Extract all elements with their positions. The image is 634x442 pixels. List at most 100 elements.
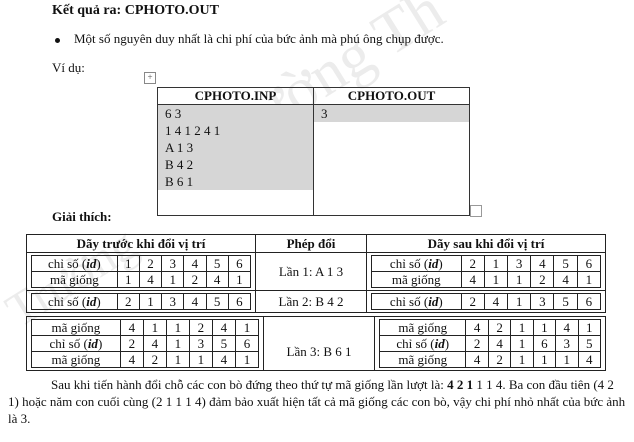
gene-label: mã giống (31, 319, 121, 336)
cell: 2 (460, 293, 485, 310)
step3-after: mã giống 4 2 1 1 4 1 chỉ số (id) 2 4 1 6… (374, 316, 606, 371)
cell: 5 (205, 255, 229, 272)
cell: 4 (142, 335, 167, 352)
gene-label: mã giống (378, 319, 467, 336)
cell: 2 (460, 255, 485, 272)
cell: 4 (577, 351, 601, 368)
cell: 5 (211, 335, 236, 352)
cell: 4 (211, 319, 236, 336)
explanation-paragraph: Sau khi tiến hành đổi chỗ các con bò đứn… (8, 376, 626, 427)
cell: 1 (161, 271, 185, 288)
step2-op: Lần 2: B 4 2 (255, 290, 367, 313)
cell: 1 (483, 271, 509, 288)
output-cell: 3 (313, 104, 470, 216)
step2-before: chỉ số (id) 2 1 3 4 5 6 (26, 290, 256, 313)
cell: 4 (119, 351, 144, 368)
cell: 6 (227, 255, 252, 272)
bullet-item: Một số nguyên duy nhất là chi phí của bứ… (55, 31, 444, 47)
cell: 6 (227, 293, 252, 310)
cell: 4 (555, 319, 579, 336)
input-line: A 1 3 (158, 139, 313, 156)
cell: 2 (116, 293, 140, 310)
cell: 4 (119, 319, 144, 336)
cell: 3 (530, 293, 555, 310)
gene-label: mã giống (31, 271, 118, 288)
cell: 4 (183, 255, 207, 272)
cell: 5 (553, 255, 578, 272)
cell: 4 (487, 335, 512, 352)
cell: 6 (576, 255, 602, 272)
cell: 1 (532, 351, 557, 368)
cell: 3 (161, 293, 185, 310)
index-label: chỉ số (id) (31, 335, 121, 352)
cell: 5 (577, 335, 601, 352)
cell: 1 (142, 319, 167, 336)
gene-label: mã giống (378, 351, 467, 368)
step1-before: chỉ số (id) 1 2 3 4 5 6 mã giống 1 4 1 2… (26, 252, 256, 291)
cell: 1 (234, 319, 260, 336)
gene-label: mã giống (31, 351, 121, 368)
cell: 5 (553, 293, 578, 310)
cell: 4 (465, 351, 489, 368)
table-resize-handle-icon[interactable] (470, 205, 482, 217)
cell: 1 (510, 319, 534, 336)
cell: 6 (532, 335, 557, 352)
cell: 1 (227, 271, 252, 288)
cell: 2 (487, 351, 512, 368)
step1-after: chỉ số (id) 2 1 3 4 5 6 mã giống 4 1 1 2… (366, 252, 606, 291)
header-after: Dãy sau khi đổi vị trí (366, 234, 606, 253)
input-cell: 6 3 1 4 1 2 4 1 A 1 3 B 4 2 B 6 1 (157, 104, 314, 216)
cell: 6 (234, 335, 260, 352)
io-table: CPHOTO.INP CPHOTO.OUT 6 3 1 4 1 2 4 1 A … (157, 87, 470, 216)
paragraph-bold: 4 2 1 (447, 377, 474, 392)
step2-after: chỉ số (id) 2 4 1 3 5 6 (366, 290, 606, 313)
cell: 4 (465, 319, 489, 336)
cell: 2 (188, 319, 213, 336)
input-line: B 6 1 (158, 173, 313, 190)
cell: 5 (205, 293, 229, 310)
step1-op: Lần 1: A 1 3 (255, 252, 367, 291)
index-label: chỉ số (id) (31, 255, 118, 272)
input-header: CPHOTO.INP (157, 87, 314, 105)
cell: 2 (138, 255, 163, 272)
steps-table-bottom: mã giống 4 1 1 2 4 1 chỉ số (id) 2 4 1 3… (26, 316, 606, 371)
cell: 1 (234, 351, 260, 368)
step3-op: Lần 3: B 6 1 (263, 316, 375, 371)
cell: 1 (532, 319, 557, 336)
explain-label: Giải thích: (52, 209, 112, 224)
paragraph-text: Sau khi tiến hành đổi chỗ các con bò đứn… (51, 377, 448, 392)
cell: 1 (507, 293, 532, 310)
cell: 3 (188, 335, 213, 352)
cell: 2 (142, 351, 167, 368)
bullet-dot (55, 37, 60, 43)
cell: 1 (510, 351, 534, 368)
cell: 1 (165, 351, 190, 368)
cell: 4 (211, 351, 236, 368)
input-line: 1 4 1 2 4 1 (158, 122, 313, 139)
index-label: chỉ số (id) (371, 293, 462, 310)
cell: 2 (487, 319, 512, 336)
cell: 1 (483, 255, 509, 272)
cell: 4 (483, 293, 509, 310)
cell: 1 (507, 271, 532, 288)
input-line: 6 3 (158, 105, 313, 122)
index-label: chỉ số (id) (371, 255, 462, 272)
cell: 1 (510, 335, 534, 352)
cell: 2 (530, 271, 555, 288)
cell: 3 (507, 255, 532, 272)
bullet-text: Một số nguyên duy nhất là chi phí của bứ… (74, 31, 444, 46)
index-label: chỉ số (id) (31, 293, 118, 310)
table-move-handle-icon[interactable]: + (144, 72, 156, 84)
step3-before: mã giống 4 1 1 2 4 1 chỉ số (id) 2 4 1 3… (26, 316, 264, 371)
cell: 2 (465, 335, 489, 352)
cell: 1 (188, 351, 213, 368)
cell: 2 (119, 335, 144, 352)
cell: 4 (530, 255, 555, 272)
cell: 1 (555, 351, 579, 368)
example-label: Ví dụ: (52, 60, 85, 75)
cell: 6 (576, 293, 602, 310)
cell: 1 (577, 319, 601, 336)
cell: 3 (161, 255, 185, 272)
cell: 4 (183, 293, 207, 310)
cell: 1 (576, 271, 602, 288)
